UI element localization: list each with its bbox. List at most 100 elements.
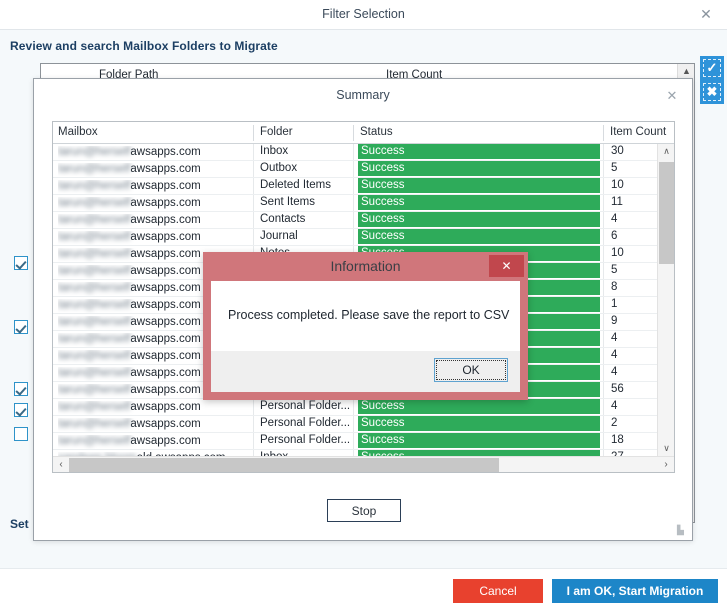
cell-folder: Contacts xyxy=(260,213,306,225)
cell-folder: Deleted Items xyxy=(260,179,331,191)
ok-button[interactable]: OK xyxy=(434,358,508,382)
row-checkbox[interactable] xyxy=(14,320,28,334)
filter-selection-title: Filter Selection xyxy=(322,7,405,21)
stop-button[interactable]: Stop xyxy=(327,499,401,522)
table-row[interactable]: tarun@herselfawsapps.com Personal Folder.… xyxy=(53,416,657,433)
page-heading: Review and search Mailbox Folders to Mig… xyxy=(10,39,278,53)
scroll-up-icon[interactable]: ∧ xyxy=(658,146,675,157)
cell-mailbox: tarun@herselfawsapps.com xyxy=(58,180,250,194)
cancel-button[interactable]: Cancel xyxy=(453,579,543,603)
mailbox-domain: awsapps.com xyxy=(130,418,201,430)
redacted-text: tarun@herself xyxy=(58,197,131,209)
scroll-up-icon[interactable]: ▲ xyxy=(678,66,695,76)
cell-mailbox: tarun@herselfawsapps.com xyxy=(58,401,250,415)
cell-mailbox: tarun@herselfawsapps.com xyxy=(58,418,250,432)
cell-mailbox: tarun@herselfawsapps.com xyxy=(58,197,250,211)
cell-item-count: 1 xyxy=(611,298,618,310)
redacted-text: tarun@herself xyxy=(58,367,131,379)
cell-item-count: 4 xyxy=(611,349,618,361)
redacted-text: tarun@herself xyxy=(58,435,131,447)
mailbox-domain: awsapps.com xyxy=(130,180,201,192)
table-row[interactable]: tarun@herselfawsapps.com Personal Folder.… xyxy=(53,433,657,450)
information-footer: OK xyxy=(211,351,520,392)
mailbox-domain: awsapps.com xyxy=(130,401,201,413)
cell-item-count: 8 xyxy=(611,281,618,293)
header-divider xyxy=(253,125,254,141)
cell-mailbox: tarun@herselfawsapps.com xyxy=(58,163,250,177)
cell-folder: Personal Folder... xyxy=(260,417,351,429)
scrollbar-thumb[interactable] xyxy=(69,458,499,472)
redacted-text: tarun@herself xyxy=(58,231,131,243)
information-dialog: Information ✕ Process completed. Please … xyxy=(203,252,528,400)
cell-item-count: 9 xyxy=(611,315,618,327)
table-row[interactable]: tarun@herselfawsapps.com Personal Folder.… xyxy=(53,399,657,416)
column-header-folder: Folder xyxy=(260,126,293,138)
scroll-right-icon[interactable]: › xyxy=(658,457,674,472)
close-icon[interactable]: ✕ xyxy=(693,0,719,29)
table-row[interactable]: tarun@herselfawsapps.com Outbox Success 5 xyxy=(53,161,657,178)
cell-mailbox: tarun@herselfawsapps.com xyxy=(58,214,250,228)
redacted-text: tarun@herself xyxy=(58,333,131,345)
cell-item-count: 56 xyxy=(611,383,624,395)
cell-item-count: 10 xyxy=(611,179,624,191)
redacted-text: tarun@herself xyxy=(58,248,131,260)
redacted-text: tarun@herself xyxy=(58,146,131,158)
table-row[interactable]: tarun@herselfawsapps.com Sent Items Succes… xyxy=(53,195,657,212)
cell-folder: Journal xyxy=(260,230,298,242)
check-icon: ✓ xyxy=(706,60,718,75)
close-icon[interactable]: ✕ xyxy=(662,86,682,106)
summary-titlebar: Summary ✕ xyxy=(34,79,692,113)
redacted-text: tarun@herself xyxy=(58,214,131,226)
mailbox-domain: awsapps.com xyxy=(130,282,201,294)
cell-item-count: 4 xyxy=(611,400,618,412)
status-badge: Success xyxy=(358,433,600,448)
redacted-text: tarun@herself xyxy=(58,265,131,277)
cell-item-count: 5 xyxy=(611,264,618,276)
mailbox-domain: awsapps.com xyxy=(130,146,201,158)
cell-folder: Inbox xyxy=(260,145,289,157)
summary-title: Summary xyxy=(336,88,390,102)
mailbox-domain: awsapps.com xyxy=(130,316,201,328)
scroll-down-icon[interactable]: ∨ xyxy=(658,443,675,454)
cell-item-count: 11 xyxy=(611,196,623,208)
information-title: Information xyxy=(330,258,401,274)
information-content: Process completed. Please save the repor… xyxy=(211,281,520,351)
table-row[interactable]: tarun@herselfawsapps.com Inbox Success 30 xyxy=(53,144,657,161)
header-divider xyxy=(353,125,354,141)
redacted-text: tarun@herself xyxy=(58,299,131,311)
redacted-text: tarun@herself xyxy=(58,316,131,328)
status-badge: Success xyxy=(358,212,600,227)
resize-grip-icon[interactable]: ▙ xyxy=(677,526,687,536)
start-migration-button[interactable]: I am OK, Start Migration xyxy=(552,579,718,603)
deselect-all-button[interactable]: ✖ xyxy=(700,80,724,104)
close-icon[interactable]: ✕ xyxy=(489,255,524,277)
checkbox-checked-icon xyxy=(14,320,28,334)
status-badge: Success xyxy=(358,144,600,159)
status-badge: Success xyxy=(358,195,600,210)
row-checkbox[interactable] xyxy=(14,382,28,396)
row-checkbox[interactable] xyxy=(14,427,28,441)
mailbox-domain: awsapps.com xyxy=(130,163,201,175)
scroll-left-icon[interactable]: ‹ xyxy=(53,457,69,472)
redacted-text: tarun@herself xyxy=(58,350,131,362)
table-row[interactable]: tarun@herselfawsapps.com Contacts Success 4 xyxy=(53,212,657,229)
checkbox-checked-icon xyxy=(14,403,28,417)
table-row[interactable]: tarun@herselfawsapps.com Journal Success 6 xyxy=(53,229,657,246)
header-divider xyxy=(603,125,604,141)
redacted-text: tarun@herself xyxy=(58,163,131,175)
row-checkbox[interactable] xyxy=(14,403,28,417)
status-badge: Success xyxy=(358,161,600,176)
column-header-item-count: Item Count xyxy=(610,126,667,138)
select-all-button[interactable]: ✓ xyxy=(700,56,724,80)
summary-table-header: Mailbox Folder Status Item Count xyxy=(53,122,674,144)
scrollbar-thumb[interactable] xyxy=(659,162,674,264)
summary-vertical-scrollbar[interactable]: ∧ ∨ xyxy=(657,144,674,456)
checkbox-checked-icon xyxy=(14,256,28,270)
checkbox-unchecked-icon xyxy=(14,427,28,441)
cell-mailbox: tarun@herselfawsapps.com xyxy=(58,435,250,449)
summary-horizontal-scrollbar[interactable]: ‹ › xyxy=(53,456,674,472)
redacted-text: tarun@herself xyxy=(58,282,131,294)
table-row[interactable]: tarun@herselfawsapps.com Deleted Items Suc… xyxy=(53,178,657,195)
cell-item-count: 4 xyxy=(611,332,618,344)
row-checkbox[interactable] xyxy=(14,256,28,270)
